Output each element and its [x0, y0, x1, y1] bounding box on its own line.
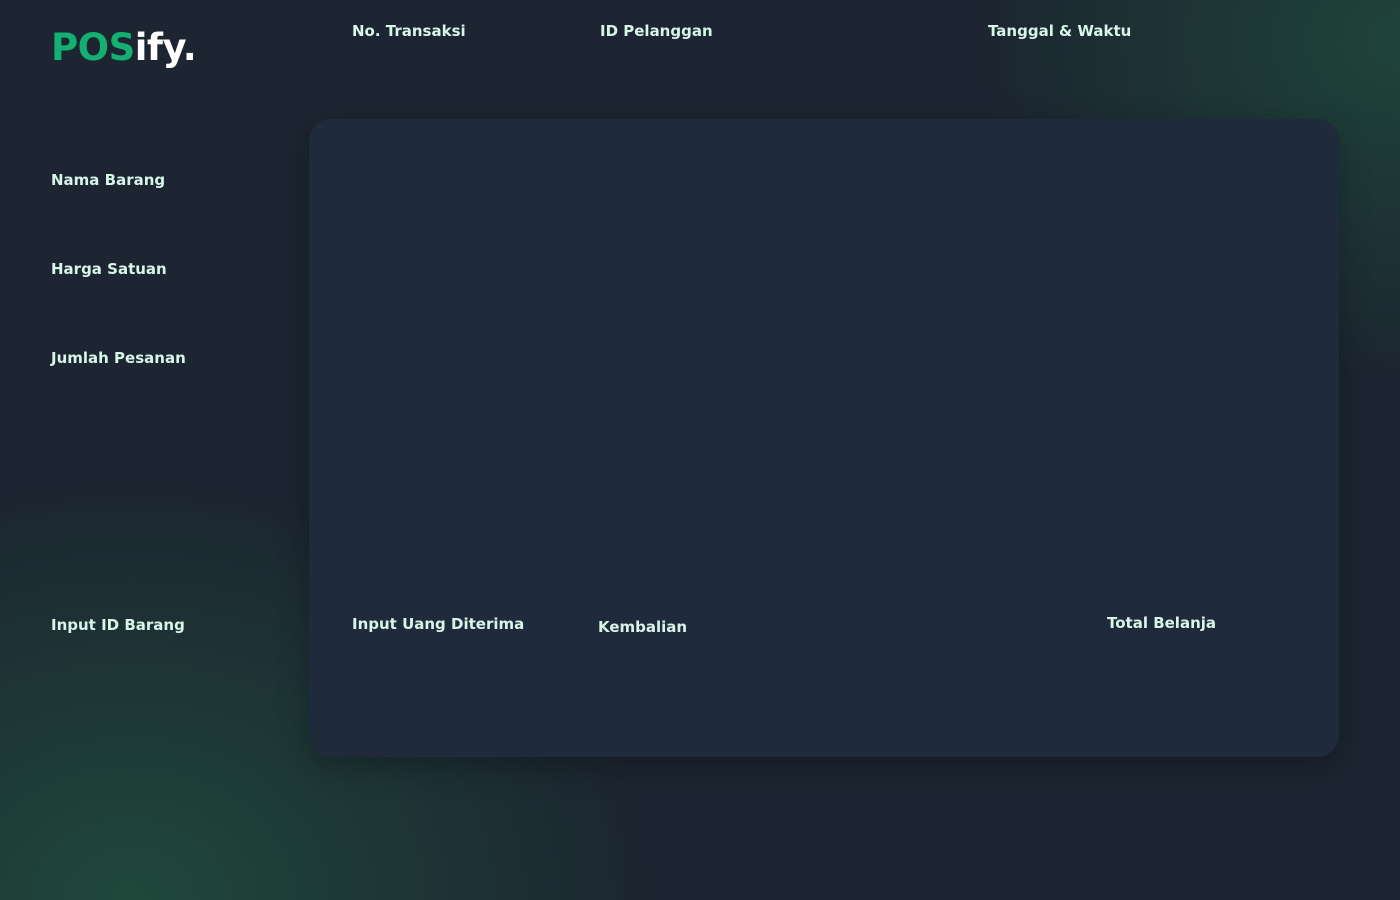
change-label: Kembalian [598, 618, 688, 636]
item-name-label: Nama Barang [51, 171, 166, 189]
total-label: Total Belanja [1107, 614, 1217, 632]
customer-id-label: ID Pelanggan [600, 22, 713, 40]
logo-accent-text: POS [51, 26, 135, 69]
app-logo: POSify. [51, 26, 197, 69]
order-quantity-label: Jumlah Pesanan [51, 349, 186, 367]
transaction-number-label: No. Transaksi [352, 22, 466, 40]
datetime-label: Tanggal & Waktu [988, 22, 1132, 40]
cash-received-label: Input Uang Diterima [352, 615, 525, 633]
unit-price-label: Harga Satuan [51, 260, 167, 278]
input-item-id-label: Input ID Barang [51, 616, 185, 634]
logo-rest-text: ify. [134, 26, 197, 69]
transaction-panel [309, 119, 1339, 757]
